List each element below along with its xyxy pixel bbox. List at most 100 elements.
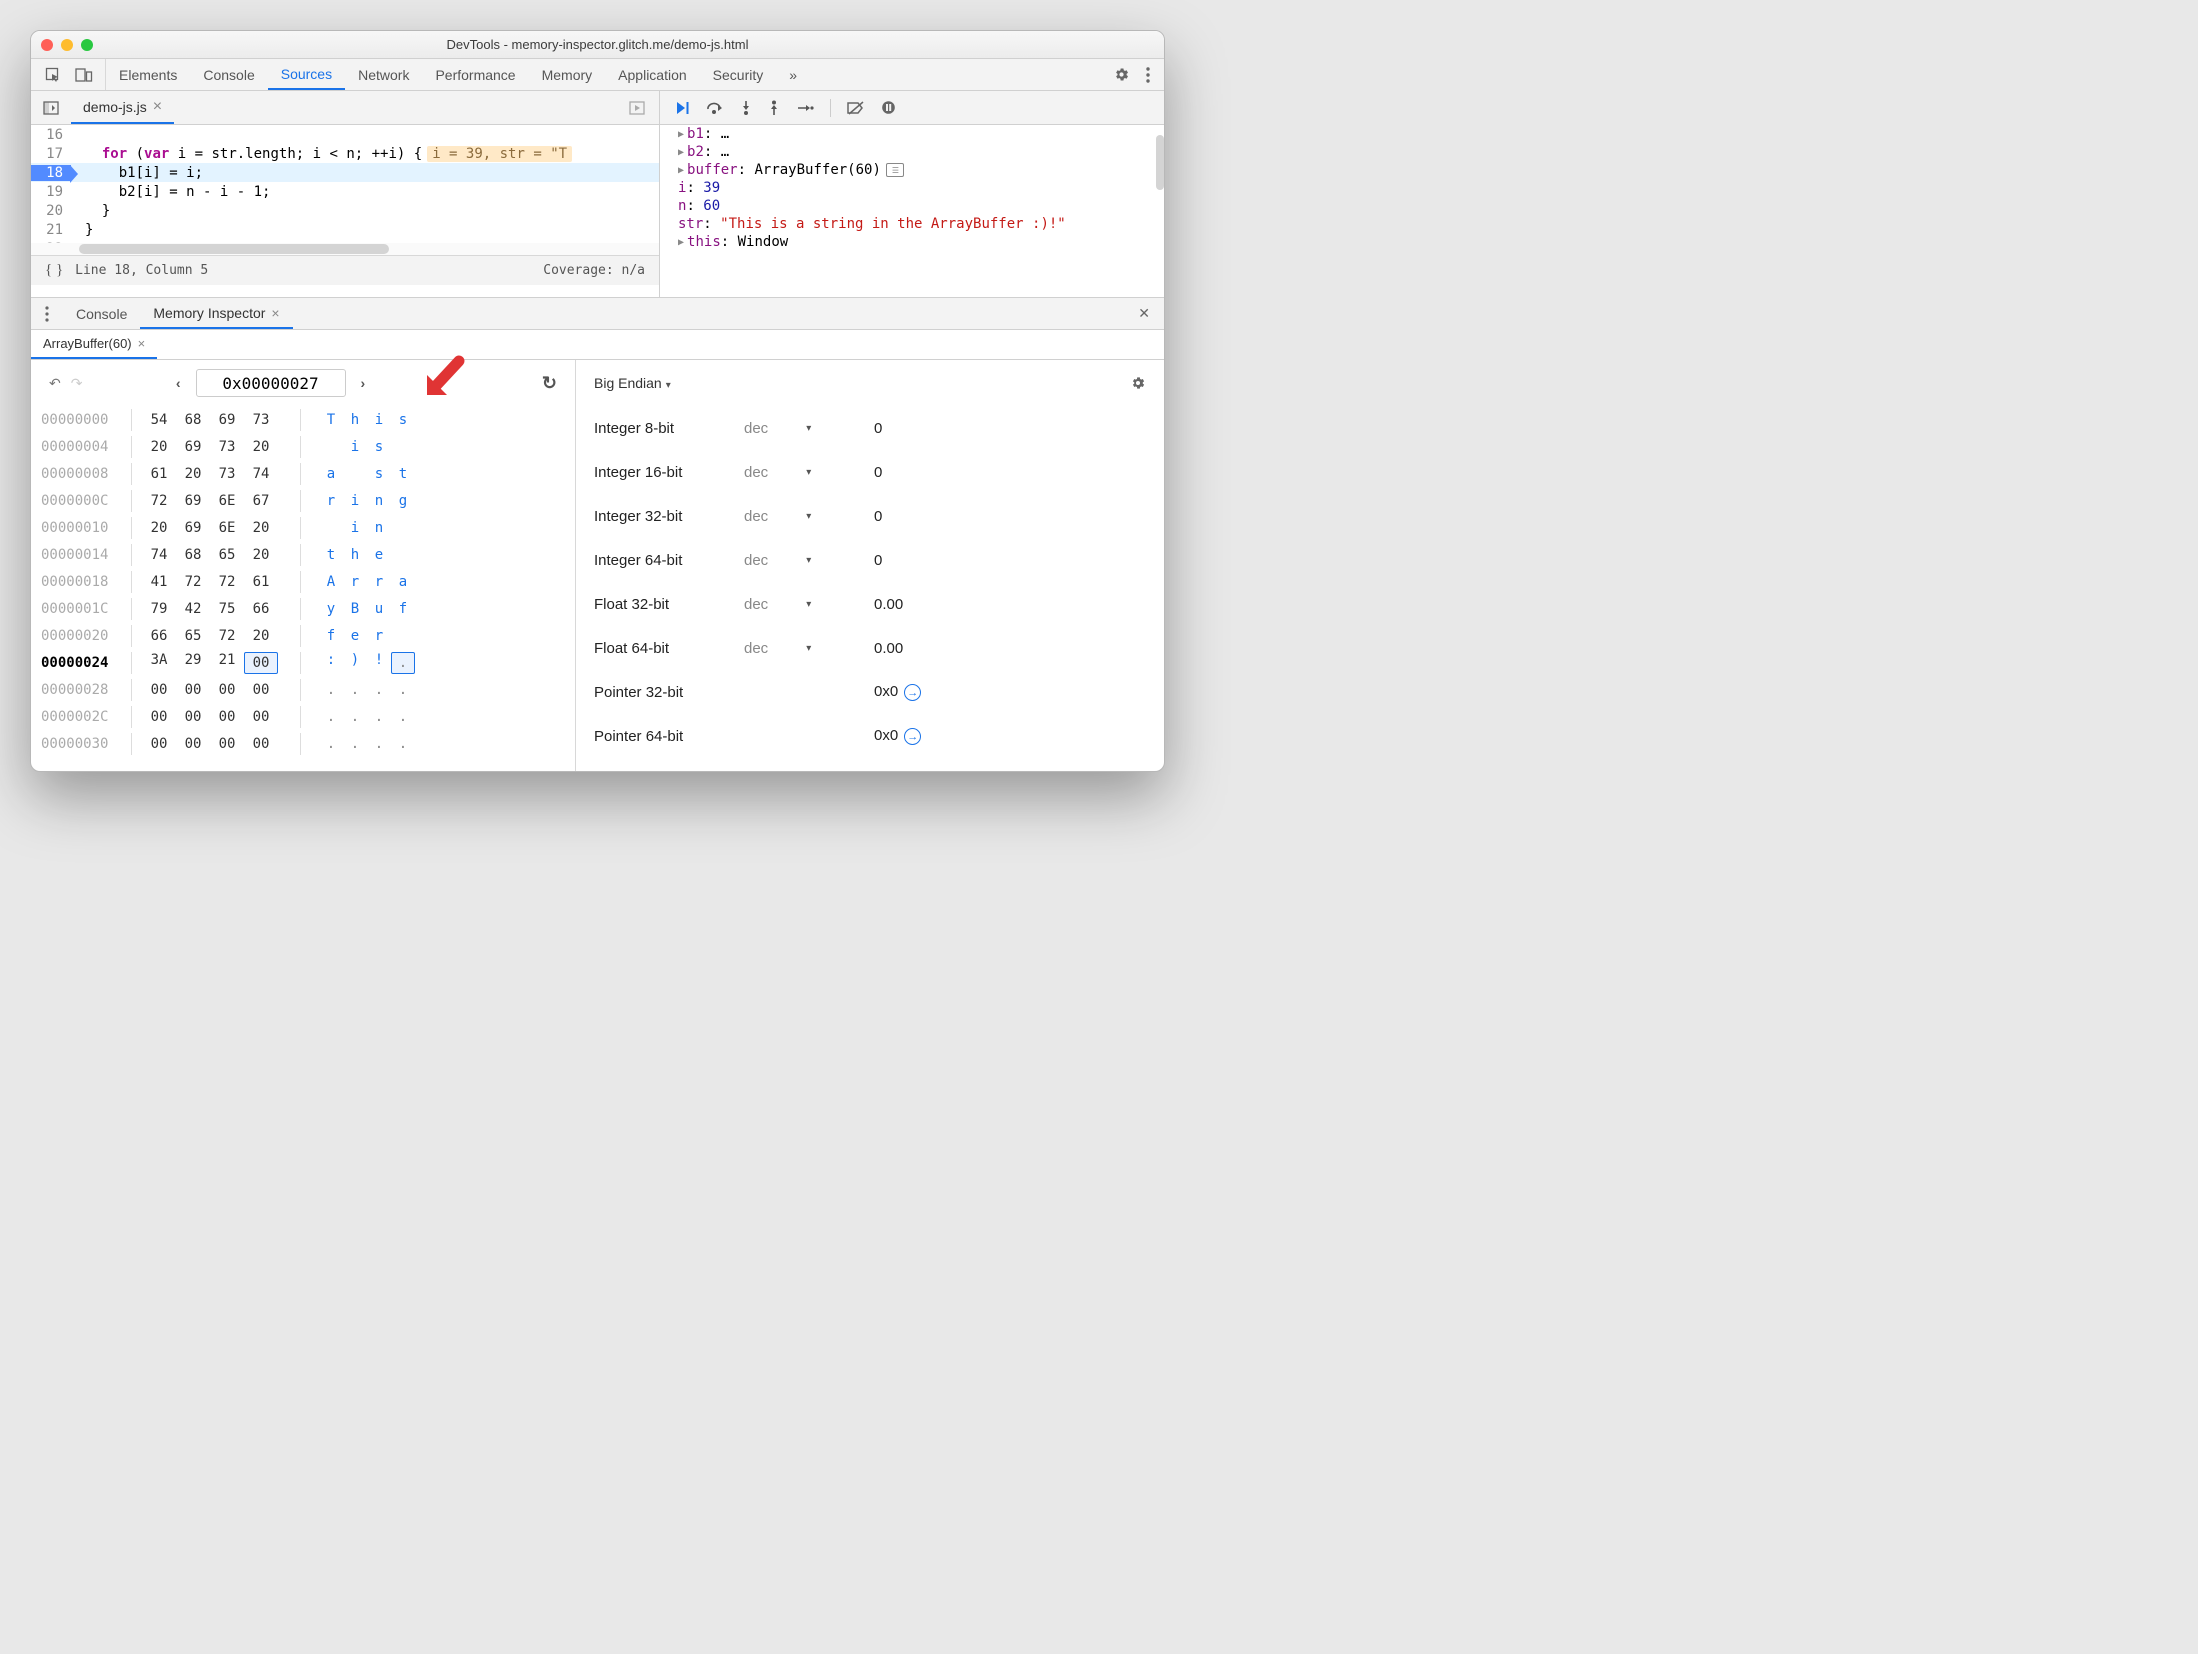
hex-byte[interactable]: 61 bbox=[142, 466, 176, 482]
close-tab-icon[interactable]: × bbox=[271, 305, 279, 321]
hex-byte[interactable]: 6E bbox=[210, 493, 244, 509]
settings-icon[interactable] bbox=[1130, 375, 1146, 391]
hex-byte[interactable]: 61 bbox=[244, 574, 278, 590]
hex-byte[interactable]: 66 bbox=[244, 601, 278, 617]
code-editor[interactable]: 1617 for (var i = str.length; i < n; ++i… bbox=[31, 125, 659, 297]
hex-byte[interactable]: 66 bbox=[142, 628, 176, 644]
hex-ascii[interactable]: n bbox=[367, 493, 391, 509]
snippets-run-icon[interactable] bbox=[629, 101, 659, 115]
code-line[interactable]: 17 for (var i = str.length; i < n; ++i) … bbox=[31, 144, 659, 163]
hex-byte[interactable]: 72 bbox=[142, 493, 176, 509]
pretty-print-icon[interactable]: { } bbox=[45, 262, 63, 279]
hex-ascii[interactable]: s bbox=[367, 439, 391, 455]
main-tab-sources[interactable]: Sources bbox=[268, 59, 345, 90]
code-line[interactable]: 20 } bbox=[31, 201, 659, 220]
line-number[interactable]: 17 bbox=[31, 146, 71, 162]
scope-panel[interactable]: ▶b1: …▶b2: …▶buffer: ArrayBuffer(60)☰ i:… bbox=[659, 125, 1164, 297]
scope-line[interactable]: str: "This is a string in the ArrayBuffe… bbox=[660, 215, 1164, 233]
drawer-tab-memory-inspector[interactable]: Memory Inspector× bbox=[140, 298, 292, 329]
main-tab-console[interactable]: Console bbox=[190, 59, 267, 90]
hex-byte[interactable]: 00 bbox=[244, 736, 278, 752]
hex-byte[interactable]: 20 bbox=[244, 520, 278, 536]
hex-ascii[interactable]: : bbox=[319, 652, 343, 674]
main-tab-memory[interactable]: Memory bbox=[529, 59, 606, 90]
hex-byte[interactable]: 20 bbox=[176, 466, 210, 482]
toggle-navigator-icon[interactable] bbox=[31, 101, 71, 115]
hex-ascii[interactable]: . bbox=[367, 736, 391, 752]
format-dropdown[interactable]: dec▾ bbox=[744, 508, 874, 525]
hex-byte[interactable]: 20 bbox=[244, 547, 278, 563]
hex-ascii[interactable]: . bbox=[391, 709, 415, 725]
scope-line[interactable]: ▶buffer: ArrayBuffer(60)☰ bbox=[660, 161, 1164, 179]
more-tabs-button[interactable]: » bbox=[776, 59, 810, 90]
hex-row[interactable]: 0000000420697320 is bbox=[41, 433, 575, 460]
next-page-icon[interactable]: › bbox=[361, 375, 366, 391]
hex-ascii[interactable]: . bbox=[319, 682, 343, 698]
hex-ascii[interactable]: . bbox=[343, 736, 367, 752]
hex-ascii[interactable] bbox=[343, 466, 367, 482]
hex-byte[interactable]: 73 bbox=[244, 412, 278, 428]
hex-ascii[interactable]: . bbox=[367, 682, 391, 698]
hex-byte[interactable]: 20 bbox=[244, 628, 278, 644]
main-tab-elements[interactable]: Elements bbox=[106, 59, 190, 90]
hex-byte[interactable]: 69 bbox=[176, 520, 210, 536]
pause-on-exceptions-icon[interactable] bbox=[881, 100, 896, 115]
hex-byte[interactable]: 00 bbox=[244, 709, 278, 725]
step-icon[interactable] bbox=[796, 102, 814, 114]
file-tab[interactable]: demo-js.js × bbox=[71, 91, 174, 124]
hex-byte[interactable]: 00 bbox=[210, 736, 244, 752]
drawer-tab-console[interactable]: Console bbox=[63, 298, 140, 329]
jump-to-address-icon[interactable]: → bbox=[904, 728, 921, 745]
hex-row[interactable]: 0000002066657220fer bbox=[41, 622, 575, 649]
hex-ascii[interactable]: g bbox=[391, 493, 415, 509]
close-window-button[interactable] bbox=[41, 39, 53, 51]
scope-line[interactable]: ▶b2: … bbox=[660, 143, 1164, 161]
hex-byte[interactable]: 73 bbox=[210, 439, 244, 455]
hex-ascii[interactable]: u bbox=[367, 601, 391, 617]
hex-byte[interactable]: 72 bbox=[210, 628, 244, 644]
hex-byte[interactable]: 6E bbox=[210, 520, 244, 536]
hex-ascii[interactable]: ) bbox=[343, 652, 367, 674]
hex-ascii[interactable]: e bbox=[367, 547, 391, 563]
hex-ascii[interactable]: . bbox=[319, 709, 343, 725]
hex-ascii[interactable] bbox=[391, 520, 415, 536]
hex-byte[interactable]: 29 bbox=[176, 652, 210, 674]
hex-byte[interactable]: 00 bbox=[142, 682, 176, 698]
hex-ascii[interactable]: a bbox=[391, 574, 415, 590]
hex-ascii[interactable]: y bbox=[319, 601, 343, 617]
hex-row[interactable]: 0000001020696E20 in bbox=[41, 514, 575, 541]
format-dropdown[interactable]: dec▾ bbox=[744, 640, 874, 657]
hex-ascii[interactable] bbox=[391, 628, 415, 644]
hex-row[interactable]: 0000001474686520the bbox=[41, 541, 575, 568]
code-line[interactable]: 19 b2[i] = n - i - 1; bbox=[31, 182, 659, 201]
hex-ascii[interactable]: . bbox=[391, 736, 415, 752]
hex-byte[interactable]: 67 bbox=[244, 493, 278, 509]
scope-line[interactable]: i: 39 bbox=[660, 179, 1164, 197]
hex-row[interactable]: 0000000054686973This bbox=[41, 406, 575, 433]
scope-line[interactable]: ▶this: Window bbox=[660, 233, 1164, 251]
hex-ascii[interactable]: A bbox=[319, 574, 343, 590]
hex-ascii[interactable]: h bbox=[343, 412, 367, 428]
hex-ascii[interactable]: r bbox=[343, 574, 367, 590]
hex-byte[interactable]: 00 bbox=[210, 709, 244, 725]
inspect-icon[interactable] bbox=[45, 67, 61, 83]
hex-byte[interactable]: 00 bbox=[142, 709, 176, 725]
hex-ascii[interactable]: f bbox=[391, 601, 415, 617]
hex-byte[interactable]: 79 bbox=[142, 601, 176, 617]
format-dropdown[interactable]: dec▾ bbox=[744, 464, 874, 481]
hex-byte[interactable]: 00 bbox=[244, 652, 278, 674]
zoom-window-button[interactable] bbox=[81, 39, 93, 51]
minimize-window-button[interactable] bbox=[61, 39, 73, 51]
hex-ascii[interactable]: ! bbox=[367, 652, 391, 674]
device-icon[interactable] bbox=[75, 67, 93, 83]
main-tab-security[interactable]: Security bbox=[700, 59, 777, 90]
hex-row[interactable]: 0000000861207374a st bbox=[41, 460, 575, 487]
hex-byte[interactable]: 42 bbox=[176, 601, 210, 617]
scope-line[interactable]: n: 60 bbox=[660, 197, 1164, 215]
line-number[interactable]: 20 bbox=[31, 203, 71, 219]
close-tab-icon[interactable]: × bbox=[138, 336, 146, 351]
main-tab-network[interactable]: Network bbox=[345, 59, 422, 90]
hex-ascii[interactable]: i bbox=[343, 439, 367, 455]
hex-ascii[interactable]: . bbox=[391, 652, 415, 674]
hex-byte[interactable]: 00 bbox=[142, 736, 176, 752]
